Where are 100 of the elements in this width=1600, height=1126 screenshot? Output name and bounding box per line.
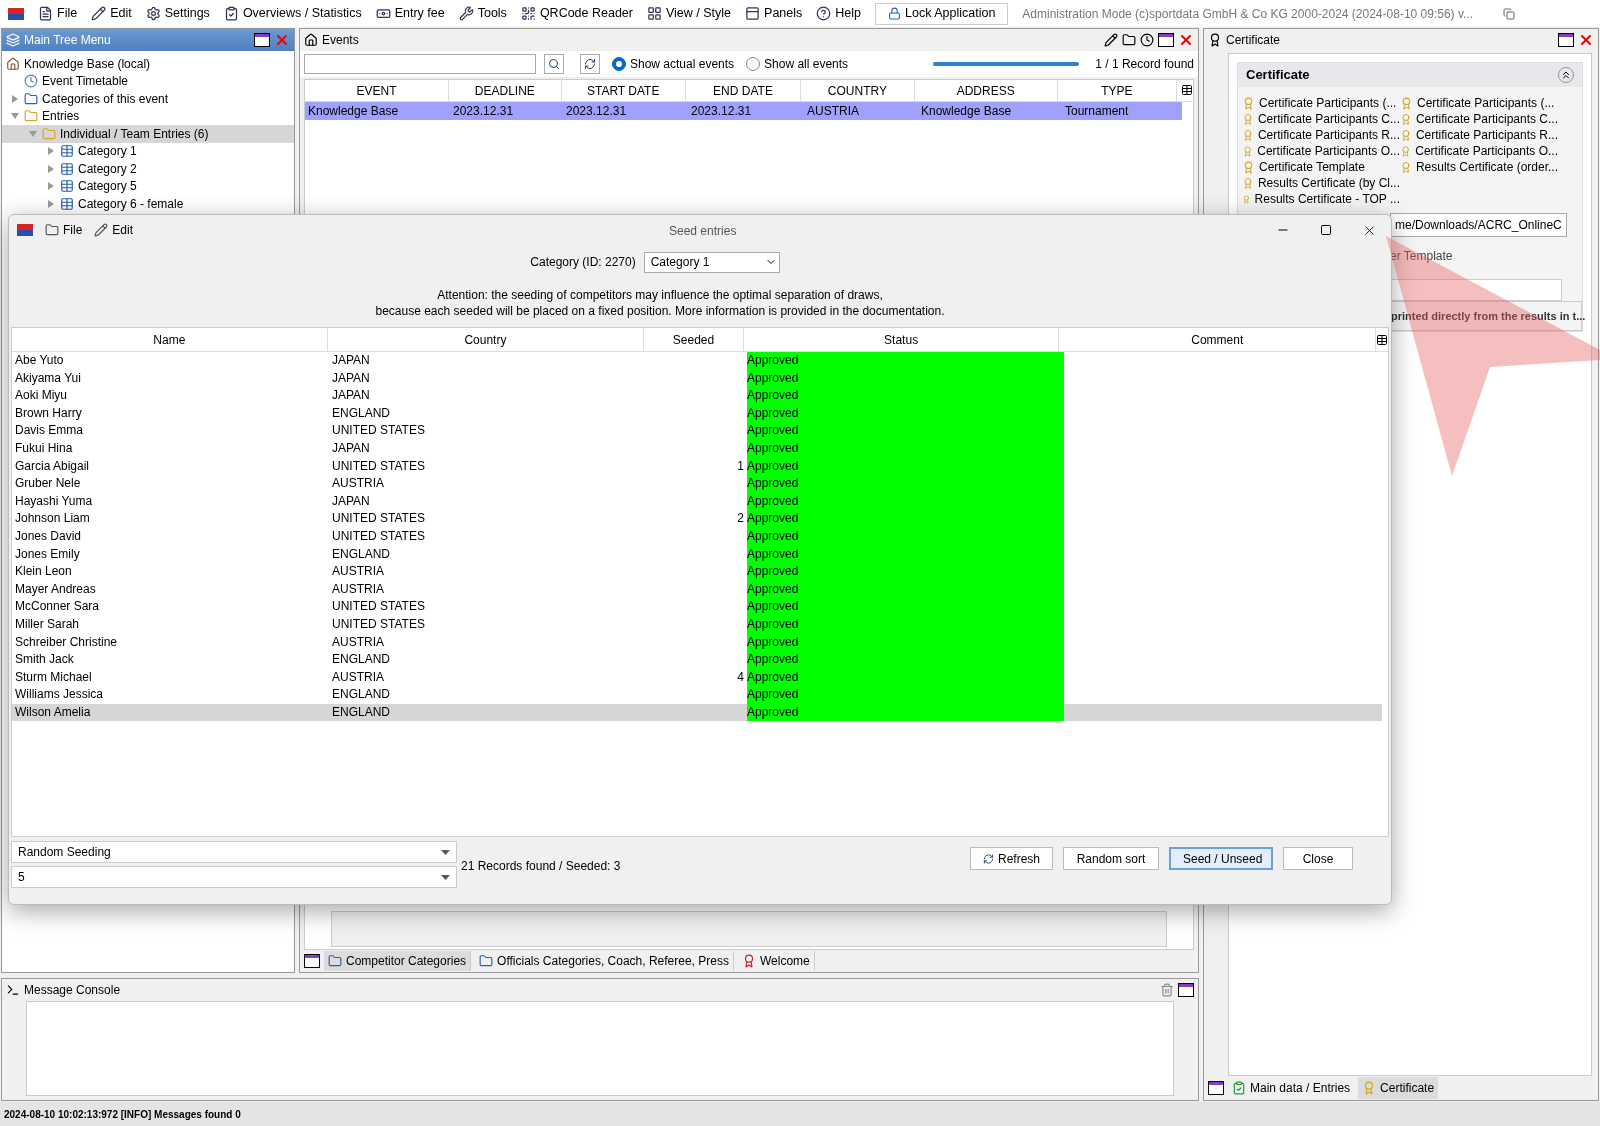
window-icon[interactable] — [304, 954, 320, 968]
panel-tab[interactable]: Welcome — [737, 951, 815, 971]
lock-button[interactable]: Lock Application — [875, 2, 1009, 25]
tree-item[interactable]: Knowledge Base (local) — [24, 54, 151, 73]
expanded-arrow-icon[interactable] — [11, 112, 19, 121]
search-button[interactable] — [544, 54, 564, 74]
table-cell-text: UNITED STATES — [331, 527, 426, 545]
collapsed-arrow-icon[interactable] — [47, 199, 55, 208]
certificate-link[interactable]: Results Certificate (by Cl... — [1242, 175, 1400, 191]
tree-item[interactable]: Category 1 — [78, 142, 137, 161]
dropdown[interactable]: Random Seeding — [11, 841, 457, 863]
status-cell: Approved — [747, 422, 1064, 440]
menu-item[interactable]: View / Style — [647, 4, 732, 23]
menu-item[interactable]: File — [38, 4, 78, 23]
table-cell-text: Klein Leon — [14, 563, 73, 581]
certificate-link[interactable]: Certificate Template — [1242, 159, 1400, 175]
list-icon — [60, 161, 74, 176]
certificate-link[interactable]: Certificate Participants O... — [1400, 143, 1558, 159]
dropdown[interactable]: 5 — [11, 866, 457, 888]
tree-item[interactable]: Individual / Team Entries (6) — [60, 124, 209, 143]
table-row[interactable]: Knowledge Base 2023.12.31 2023.12.31 2023.12.31 AUSTRIA Knowledge Base Tournament — [305, 102, 1182, 120]
certificate-link[interactable]: Certificate Participants C... — [1400, 111, 1558, 127]
category-select[interactable]: Category 1 — [643, 251, 780, 273]
panel-tab[interactable]: Main data / Entries — [1228, 1077, 1355, 1099]
column-header[interactable]: Country — [327, 328, 645, 351]
column-header[interactable]: Seeded — [644, 328, 744, 351]
clock-icon[interactable] — [1140, 33, 1154, 47]
dialog-button[interactable]: Seed / Unseed — [1169, 847, 1273, 870]
certificate-link[interactable]: Certificate Participants (... — [1242, 95, 1400, 111]
restore-icon[interactable] — [1503, 7, 1516, 20]
column-header[interactable]: Status — [743, 328, 1060, 351]
certificate-link[interactable]: Results Certificate (order... — [1400, 159, 1558, 175]
path-field[interactable]: me/Downloads/ACRC_OnlineC — [1390, 213, 1567, 237]
refresh-button[interactable] — [580, 54, 600, 74]
search-field[interactable] — [304, 54, 536, 74]
collapsed-arrow-icon[interactable] — [11, 94, 19, 103]
column-header[interactable]: Name — [12, 328, 328, 351]
tree-item[interactable]: Category 6 - female — [78, 194, 184, 213]
tree-item[interactable]: Category 2 — [78, 159, 137, 178]
tree-row-highlight[interactable]: Individual / Team Entries (6) — [2, 125, 294, 143]
panel-tab[interactable]: Officials Categories, Coach, Referee, Press — [475, 951, 734, 971]
column-header[interactable]: START DATE — [561, 80, 686, 101]
collapsed-arrow-icon[interactable] — [47, 147, 55, 156]
collapsed-arrow-icon[interactable] — [47, 182, 55, 191]
menu-item[interactable]: Overviews / Statistics — [223, 4, 362, 23]
certificate-link[interactable]: Certificate Participants R... — [1400, 127, 1558, 143]
window-icon[interactable] — [1158, 33, 1174, 47]
column-chooser-icon[interactable] — [1181, 84, 1193, 96]
panel-tab[interactable]: Certificate — [1358, 1077, 1439, 1099]
table-cell-text: Knowledge Base — [307, 103, 400, 120]
certificate-link[interactable]: Certificate Participants O... — [1242, 143, 1400, 159]
column-header[interactable]: COUNTRY — [801, 80, 915, 101]
text-field[interactable] — [1390, 279, 1562, 301]
menu-item[interactable]: Tools — [458, 4, 507, 23]
tree-item[interactable]: Entries — [42, 107, 80, 126]
menu-item[interactable]: Edit — [91, 4, 132, 23]
menu-item[interactable]: QRCode Reader — [520, 4, 633, 23]
tree-item[interactable]: Categories of this event — [42, 89, 169, 108]
menu-item[interactable]: Help — [816, 4, 861, 23]
column-header[interactable]: TYPE — [1057, 80, 1178, 101]
window-icon[interactable] — [254, 33, 270, 47]
column-header[interactable]: Comment — [1059, 328, 1377, 351]
attention-text: Attention: the seeding of competitors may influence the optimal separation of draws, — [437, 287, 883, 303]
tree-item[interactable]: Event Timetable — [42, 72, 129, 91]
window-icon[interactable] — [1558, 33, 1574, 47]
table-cell-text: 4 — [736, 668, 745, 686]
record-count: 1 / 1 Record found — [1095, 56, 1194, 73]
status-cell: Approved — [747, 563, 1064, 581]
certificate-link[interactable]: Certificate Participants R... — [1242, 127, 1400, 143]
menu-item[interactable]: Entry fee — [375, 4, 445, 23]
menu-item[interactable]: Panels — [745, 4, 803, 23]
collapsed-arrow-icon[interactable] — [47, 164, 55, 173]
menu-item[interactable]: Edit — [94, 221, 134, 239]
column-chooser-icon[interactable] — [1376, 334, 1388, 346]
certificate-link[interactable]: Certificate Participants C... — [1242, 111, 1400, 127]
certificate-link[interactable]: Results Certificate - TOP ... — [1242, 191, 1400, 207]
table-cell-text: Akiyama Yui — [14, 369, 82, 387]
panel-tab[interactable]: Competitor Categories — [324, 951, 472, 971]
menu-item[interactable]: File — [45, 221, 83, 239]
column-header[interactable]: DEADLINE — [449, 80, 562, 101]
window-icon[interactable] — [1208, 1081, 1224, 1095]
column-header[interactable]: ADDRESS — [914, 80, 1058, 101]
table-cell-text: UNITED STATES — [331, 615, 426, 633]
tree-item[interactable]: Category 5 — [78, 177, 137, 196]
radio-button[interactable] — [612, 57, 626, 71]
menu-item[interactable]: Settings — [145, 4, 210, 23]
certificate-link[interactable]: Certificate Participants (... — [1400, 95, 1558, 111]
column-header[interactable]: END DATE — [685, 80, 802, 101]
table-cell-text: Tournament — [1064, 103, 1130, 120]
column-header[interactable]: EVENT — [305, 80, 450, 101]
dialog-button[interactable]: Random sort — [1063, 847, 1159, 870]
dialog-button[interactable]: Close — [1283, 847, 1353, 870]
radio-button[interactable] — [746, 57, 761, 71]
selected-row[interactable]: Wilson Amelia ENGLAND Approved — [12, 703, 1382, 722]
maximize-icon[interactable] — [1320, 224, 1332, 236]
window-icon[interactable] — [1178, 983, 1194, 997]
dialog-button[interactable]: Refresh — [970, 847, 1053, 870]
pencil-icon[interactable] — [1104, 33, 1118, 47]
folder-icon[interactable] — [1122, 33, 1136, 47]
trash-icon[interactable] — [1160, 983, 1174, 997]
